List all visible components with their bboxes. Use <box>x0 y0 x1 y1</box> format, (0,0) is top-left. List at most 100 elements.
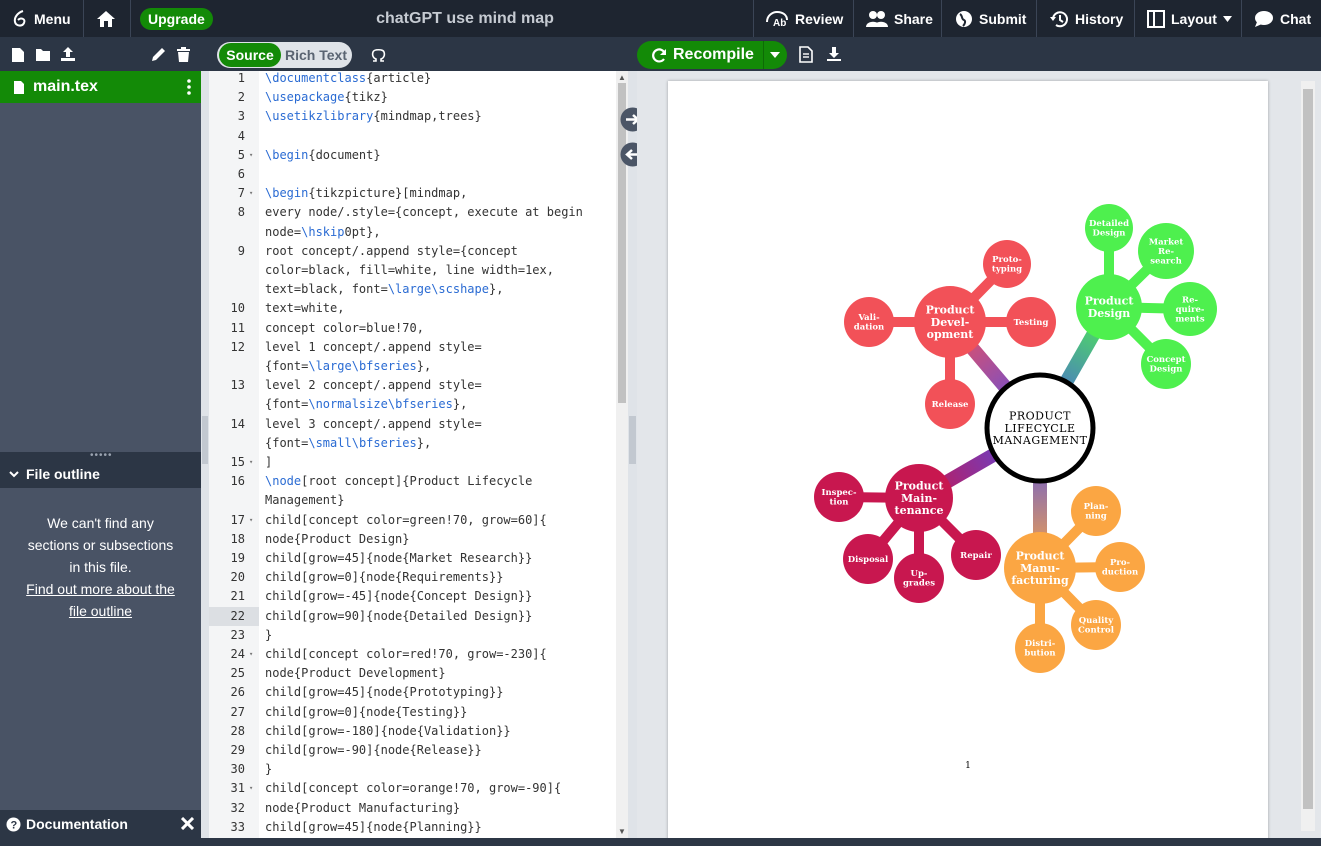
code-line[interactable]: 32 node{Product Manufacturing} <box>209 799 614 818</box>
code-line[interactable]: 27 child[grow=0]{node{Testing}} <box>209 703 614 722</box>
fold-caret-icon[interactable]: ▾ <box>249 779 253 798</box>
code-line[interactable]: {font=\large\bfseries}, <box>209 357 614 376</box>
code-line[interactable]: 7 ▾ \begin{tikzpicture}[mindmap, <box>209 184 614 203</box>
fold-caret-icon[interactable]: ▾ <box>249 184 253 203</box>
outline-help-link[interactable]: Find out more about the file outline <box>0 578 201 622</box>
code-line[interactable]: 29 child[grow=-90]{node{Release}} <box>209 741 614 760</box>
code-line[interactable]: 9 root concept/.append style={concept <box>209 242 614 261</box>
scroll-up-arrow-icon[interactable]: ▲ <box>618 73 626 82</box>
collapse-editor-handle[interactable] <box>629 416 636 464</box>
history-label: History <box>1075 10 1124 27</box>
code-line[interactable]: 18 node{Product Design} <box>209 530 614 549</box>
code-line[interactable]: 21 child[grow=-45]{node{Concept Design}} <box>209 587 614 606</box>
new-file-icon[interactable] <box>11 47 25 63</box>
root-label: MANAGEMENT <box>993 434 1088 447</box>
rich-text-mode-button[interactable]: Rich Text <box>281 42 351 68</box>
delete-trash-icon[interactable] <box>177 47 190 62</box>
editor-scrollbar[interactable]: ▲ ▼ <box>616 71 628 838</box>
code-line[interactable]: 8 every node/.style={concept, execute at … <box>209 203 614 222</box>
share-button[interactable]: Share <box>866 0 933 37</box>
page-number: 1 <box>965 761 971 771</box>
code-line[interactable]: 15 ▾] <box>209 453 614 472</box>
code-line[interactable]: color=black, fill=white, line width=1ex, <box>209 261 614 280</box>
code-line[interactable]: {font=\normalsize\bfseries}, <box>209 395 614 414</box>
manufacturing-child-label: ning <box>1085 512 1107 522</box>
scroll-down-arrow-icon[interactable]: ▼ <box>618 827 626 836</box>
development-label: Devel- <box>931 316 970 329</box>
code-line[interactable]: Management} <box>209 491 614 510</box>
manufacturing-child-label: duction <box>1102 568 1138 578</box>
outline-resize-handle[interactable]: ••••• <box>0 451 201 461</box>
download-pdf-icon[interactable] <box>826 46 842 62</box>
chat-button[interactable]: Chat <box>1254 0 1311 37</box>
code-line[interactable]: node=\hskip0pt}, <box>209 223 614 242</box>
code-line[interactable]: text=black, font=\large\scshape}, <box>209 280 614 299</box>
code-line[interactable]: 5 ▾ \begin{document} <box>209 146 614 165</box>
submit-button[interactable]: Submit <box>955 0 1026 37</box>
code-text: child[concept color=orange!70, grow=-90]… <box>265 781 562 796</box>
code-line[interactable]: 22 child[grow=90]{node{Detailed Design}} <box>209 606 614 626</box>
documentation-label[interactable]: Documentation <box>26 816 128 832</box>
code-line[interactable]: 33 child[grow=45]{node{Planning}} <box>209 818 614 837</box>
code-line[interactable]: 4 <box>209 127 614 146</box>
editor-pdf-splitter[interactable] <box>628 71 637 838</box>
review-button[interactable]: Ab Review <box>765 0 843 37</box>
chevron-down-icon <box>9 470 19 478</box>
manufacturing-label: facturing <box>1011 574 1069 587</box>
collapse-sidebar-handle[interactable] <box>202 416 208 464</box>
omega-symbol-icon[interactable] <box>371 48 386 62</box>
outline-empty-message: We can't find any sections or subsection… <box>27 515 174 575</box>
code-line[interactable]: 3 \usetikzlibrary{mindmap,trees} <box>209 107 614 126</box>
code-line[interactable]: 30} <box>209 760 614 779</box>
code-line[interactable]: 31 ▾ child[concept color=orange!70, grow=-… <box>209 779 614 798</box>
code-line[interactable]: 12 level 1 concept/.append style= <box>209 338 614 357</box>
fold-caret-icon[interactable]: ▾ <box>249 511 253 530</box>
file-outline-header[interactable]: File outline <box>0 460 201 488</box>
code-line[interactable]: 24 ▾ child[concept color=red!70, grow=-230… <box>209 645 614 664</box>
code-line[interactable]: 19 child[grow=45]{node{Market Research}} <box>209 549 614 568</box>
history-button[interactable]: History <box>1049 0 1123 37</box>
development-child-label: Testing <box>1014 318 1049 328</box>
recompile-options-caret-icon[interactable] <box>770 52 780 58</box>
code-line[interactable]: 20 child[grow=0]{node{Requirements}} <box>209 568 614 587</box>
code-line[interactable]: 26 child[grow=45]{node{Prototyping}} <box>209 683 614 702</box>
fold-caret-icon[interactable]: ▾ <box>249 645 253 664</box>
code-line[interactable]: 6 <box>209 165 614 184</box>
code-text: Management} <box>265 493 345 508</box>
file-menu-dots-icon[interactable] <box>187 79 191 95</box>
code-line[interactable]: 16 \node[root concept]{Product Lifecycle <box>209 472 614 491</box>
code-line[interactable]: 1 \documentclass{article} <box>209 71 614 88</box>
upload-icon[interactable] <box>60 46 76 62</box>
code-text: } <box>265 762 273 777</box>
code-line[interactable]: 25 node{Product Development} <box>209 664 614 683</box>
line-number: 4 <box>237 128 245 143</box>
code-line[interactable]: 10 text=white, <box>209 299 614 318</box>
pdf-scrollbar[interactable] <box>1301 81 1315 831</box>
code-line[interactable]: 2 \usepackage{tikz} <box>209 88 614 107</box>
view-logs-icon[interactable] <box>799 46 813 63</box>
line-number: 14 <box>230 416 245 431</box>
code-editor[interactable]: 1 \documentclass{article} 2 \usepackage{tik… <box>209 71 628 838</box>
file-item-main-tex[interactable]: main.tex <box>0 71 201 103</box>
fold-caret-icon[interactable]: ▾ <box>249 453 253 472</box>
pdf-viewer[interactable]: Detailed Design Market Re-search Re-quire-me… <box>637 71 1321 841</box>
code-line[interactable]: {font=\small\bfseries}, <box>209 434 614 453</box>
code-line[interactable]: 13 level 2 concept/.append style= <box>209 376 614 395</box>
code-line[interactable]: 23} <box>209 626 614 645</box>
rename-pencil-icon[interactable] <box>151 47 166 62</box>
source-mode-button[interactable]: Source <box>219 43 281 67</box>
code-line[interactable]: 28 child[grow=-180]{node{Validation}} <box>209 722 614 741</box>
layout-label: Layout <box>1171 10 1217 27</box>
layout-button[interactable]: Layout <box>1147 0 1232 37</box>
sidebar-splitter[interactable] <box>201 71 209 838</box>
recompile-button[interactable]: Recompile <box>637 41 787 69</box>
new-folder-icon[interactable] <box>35 48 51 62</box>
code-text: child[grow=45]{node{Planning}} <box>265 819 482 834</box>
code-line[interactable]: 17 ▾ child[concept color=green!70, grow=60… <box>209 511 614 530</box>
line-number: 17 <box>230 512 245 527</box>
pdf-scrollbar-thumb[interactable] <box>1303 89 1313 809</box>
close-icon[interactable] <box>181 817 194 830</box>
code-line[interactable]: 11 concept color=blue!70, <box>209 319 614 338</box>
code-line[interactable]: 14 level 3 concept/.append style= <box>209 415 614 434</box>
fold-caret-icon[interactable]: ▾ <box>249 146 253 165</box>
